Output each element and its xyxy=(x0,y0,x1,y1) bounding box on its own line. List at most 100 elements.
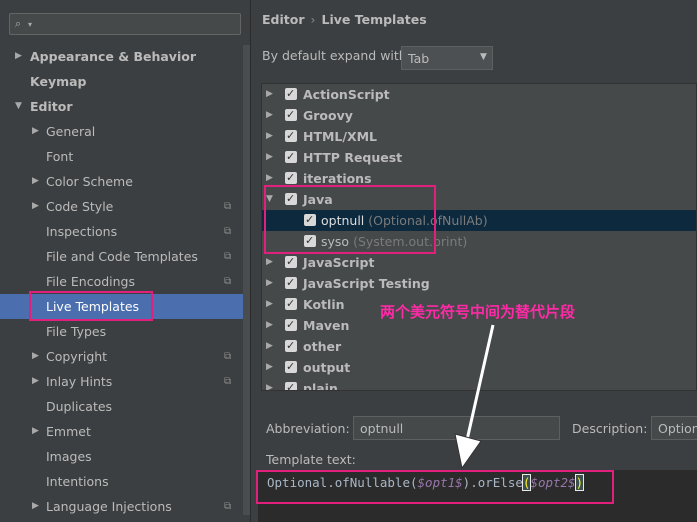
sidebar-item[interactable]: Images xyxy=(0,444,250,469)
chevron-right-icon[interactable]: ▶ xyxy=(266,84,273,105)
chevron-right-icon[interactable]: ▶ xyxy=(32,344,39,369)
template-checkbox[interactable] xyxy=(285,293,297,314)
chevron-right-icon[interactable]: ▶ xyxy=(266,294,273,315)
project-scope-icon: ⧉ xyxy=(224,376,232,387)
sidebar-item[interactable]: ▼ Editor xyxy=(0,94,250,119)
chevron-right-icon[interactable]: ▶ xyxy=(266,273,273,294)
chevron-right-icon[interactable]: ▶ xyxy=(266,357,273,378)
chevron-right-icon[interactable]: ▶ xyxy=(266,105,273,126)
chevron-down-icon[interactable]: ▼ xyxy=(15,94,22,119)
project-scope-icon: ⧉ xyxy=(224,251,232,262)
template-name: other xyxy=(303,336,341,357)
sidebar-item-label: Code Style xyxy=(46,199,114,214)
sidebar-item[interactable]: Inspections ⧉ xyxy=(0,219,250,244)
template-group[interactable]: ▶ output xyxy=(262,356,696,378)
template-group[interactable]: ▶ Groovy xyxy=(262,104,696,126)
project-scope-icon: ⧉ xyxy=(224,226,232,237)
sidebar-item-label: Inlay Hints xyxy=(46,374,113,389)
template-name-text: ActionScript xyxy=(303,87,390,102)
template-name: HTTP Request xyxy=(303,147,402,168)
chevron-right-icon[interactable]: ▶ xyxy=(266,126,273,147)
sidebar-item[interactable]: ▶ Copyright ⧉ xyxy=(0,344,250,369)
sidebar-item-label: Emmet xyxy=(46,424,91,439)
template-group[interactable]: ▶ JavaScript xyxy=(262,251,696,273)
chevron-right-icon[interactable]: ▶ xyxy=(32,419,39,444)
sidebar-item[interactable]: Duplicates xyxy=(0,394,250,419)
template-name: HTML/XML xyxy=(303,126,377,147)
sidebar-item[interactable]: ▶ General xyxy=(0,119,250,144)
template-name-text: HTTP Request xyxy=(303,150,403,165)
template-group[interactable]: ▶ HTTP Request xyxy=(262,146,696,168)
sidebar-item[interactable]: Keymap xyxy=(0,69,250,94)
template-checkbox[interactable] xyxy=(285,377,297,390)
project-scope-icon: ⧉ xyxy=(224,501,232,512)
template-name: Groovy xyxy=(303,105,353,126)
chevron-right-icon[interactable]: ▶ xyxy=(32,194,39,219)
chevron-right-icon[interactable]: ▶ xyxy=(32,169,39,194)
description-input[interactable]: Option xyxy=(651,416,697,440)
template-name: ActionScript xyxy=(303,84,390,105)
settings-sidebar: ⌕ ▾ ▶ Appearance & Behavior Keymap ▼ Editor ▶… xyxy=(0,0,250,522)
template-checkbox[interactable] xyxy=(285,125,297,146)
chevron-right-icon[interactable]: ▶ xyxy=(266,147,273,168)
chevron-right-icon[interactable]: ▶ xyxy=(32,119,39,144)
chevron-right-icon[interactable]: ▶ xyxy=(266,252,273,273)
sidebar-item[interactable]: ▶ Inlay Hints ⧉ xyxy=(0,369,250,394)
expand-with-value: Tab xyxy=(408,51,430,66)
sidebar-item[interactable]: ▶ Code Style ⧉ xyxy=(0,194,250,219)
sidebar-item[interactable]: ▶ Color Scheme xyxy=(0,169,250,194)
template-name-text: iterations xyxy=(303,171,372,186)
template-checkbox[interactable] xyxy=(285,146,297,167)
abbreviation-input[interactable]: optnull xyxy=(353,416,560,440)
template-checkbox[interactable] xyxy=(285,104,297,125)
abbreviation-value: optnull xyxy=(360,421,404,436)
template-checkbox[interactable] xyxy=(285,335,297,356)
expand-with-select[interactable]: Tab ▼ xyxy=(401,46,493,70)
project-scope-icon: ⧉ xyxy=(224,351,232,362)
live-templates-panel: Editor › Live Templates By default expand … xyxy=(251,0,697,522)
settings-search-input[interactable]: ⌕ ▾ xyxy=(9,13,241,35)
chevron-right-icon[interactable]: ▶ xyxy=(32,369,39,394)
template-checkbox[interactable] xyxy=(285,314,297,335)
template-checkbox[interactable] xyxy=(285,356,297,377)
template-checkbox[interactable] xyxy=(285,251,297,272)
description-label: Description: xyxy=(572,421,648,436)
template-name: output xyxy=(303,357,350,378)
template-name-text: Maven xyxy=(303,318,350,333)
description-value: Option xyxy=(658,421,697,436)
sidebar-item[interactable]: ▶ Language Injections ⧉ xyxy=(0,494,250,519)
template-checkbox[interactable] xyxy=(285,272,297,293)
chevron-right-icon[interactable]: ▶ xyxy=(266,336,273,357)
chevron-right-icon[interactable]: ▶ xyxy=(266,315,273,336)
sidebar-item[interactable]: File and Code Templates ⧉ xyxy=(0,244,250,269)
template-name-text: other xyxy=(303,339,342,354)
chevron-down-icon: ▼ xyxy=(480,52,487,62)
template-name-text: output xyxy=(303,360,351,375)
sidebar-item-label: Duplicates xyxy=(46,399,113,414)
sidebar-item[interactable]: File Types xyxy=(0,319,250,344)
template-group[interactable]: ▶ HTML/XML xyxy=(262,125,696,147)
sidebar-item[interactable]: Font xyxy=(0,144,250,169)
sidebar-item-label: Font xyxy=(46,149,74,164)
template-group[interactable]: ▶ ActionScript xyxy=(262,84,696,105)
template-group[interactable]: ▶ plain xyxy=(262,377,696,391)
sidebar-item[interactable]: ▶ Appearance & Behavior xyxy=(0,44,250,69)
template-checkbox[interactable] xyxy=(285,84,297,104)
project-scope-icon: ⧉ xyxy=(224,276,232,287)
chevron-right-icon[interactable]: ▶ xyxy=(32,494,39,519)
sidebar-item-label: Appearance & Behavior xyxy=(30,49,196,64)
template-group[interactable]: ▶ JavaScript Testing xyxy=(262,272,696,294)
template-name-text: Kotlin xyxy=(303,297,345,312)
breadcrumb-editor[interactable]: Editor xyxy=(262,12,305,27)
chevron-right-icon[interactable]: ▶ xyxy=(15,44,22,69)
sidebar-item[interactable]: ▶ Emmet xyxy=(0,419,250,444)
sidebar-item[interactable]: Intentions xyxy=(0,469,250,494)
chevron-right-icon[interactable]: ▶ xyxy=(266,378,273,390)
sidebar-scrollbar[interactable] xyxy=(243,45,250,515)
template-name-text: plain xyxy=(303,381,338,391)
template-name-text: HTML/XML xyxy=(303,129,377,144)
sidebar-item-label: Images xyxy=(46,449,92,464)
template-group[interactable]: ▶ other xyxy=(262,335,696,357)
template-checkbox[interactable] xyxy=(285,167,297,188)
project-scope-icon: ⧉ xyxy=(224,201,232,212)
